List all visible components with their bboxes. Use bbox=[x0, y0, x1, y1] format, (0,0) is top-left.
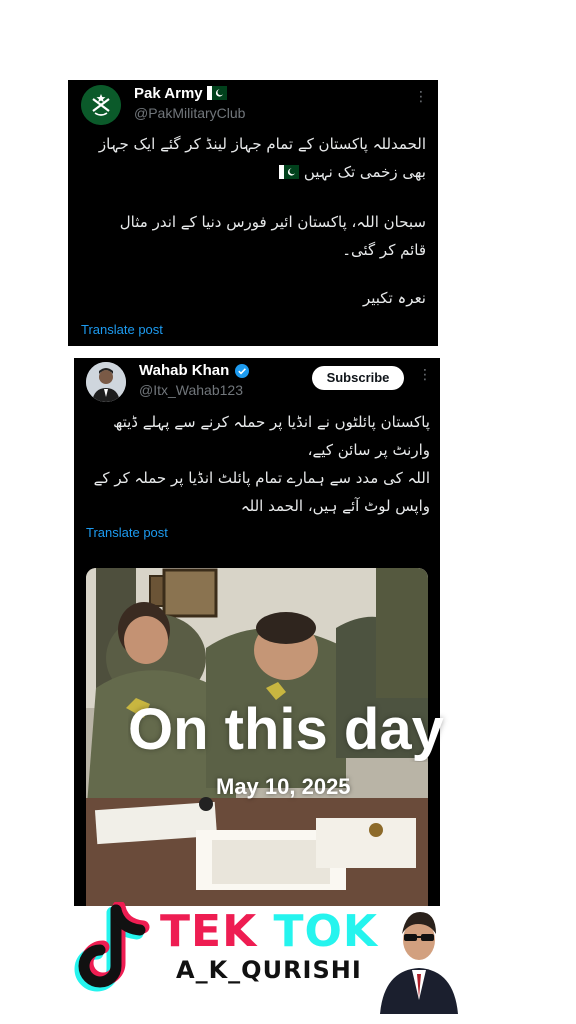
avatar[interactable] bbox=[86, 362, 126, 402]
tweet-text-line: سبحان اللہ، پاکستان ائیر فورس دنیا کے ان… bbox=[119, 213, 426, 231]
more-options-icon[interactable]: ⋮ bbox=[414, 90, 428, 104]
tweet-card-pak-army[interactable]: Pak Army @PakMilitaryClub ⋮ الحمدللہ پاک… bbox=[68, 80, 438, 346]
user-handle[interactable]: @PakMilitaryClub bbox=[134, 105, 245, 121]
more-options-icon[interactable]: ⋮ bbox=[418, 368, 432, 382]
tweet-text-line: وارنٹ پر سائن کیے، bbox=[307, 441, 430, 459]
creator-photo-icon bbox=[380, 912, 458, 1014]
avatar[interactable] bbox=[81, 85, 121, 125]
pakistan-flag-icon bbox=[279, 165, 300, 179]
translate-post-link[interactable]: Translate post bbox=[81, 322, 163, 337]
watermark-brand: TEK TOK bbox=[160, 906, 378, 957]
tweet-card-wahab-khan[interactable]: Wahab Khan @Itx_Wahab123 Subscribe ⋮ پاک… bbox=[74, 358, 440, 906]
watermark-brand-part1: TEK bbox=[160, 906, 258, 957]
pakistan-flag-icon bbox=[206, 86, 227, 100]
tweet-text-line: پاکستان پائلٹوں نے انڈیا پر حملہ کرنے سے… bbox=[113, 413, 430, 431]
memory-date: May 10, 2025 bbox=[216, 774, 351, 799]
tweet-text-line: اللہ کی مدد سے ہمارے تمام پائلٹ انڈیا پر… bbox=[93, 469, 430, 487]
tweet-text-line: بھی زخمی تک نہیں bbox=[76, 158, 426, 187]
tweet-text-line: الحمدللہ پاکستان کے تمام جہاز لینڈ کر گئ… bbox=[98, 135, 426, 153]
verified-badge-icon bbox=[235, 364, 249, 378]
army-emblem-icon bbox=[81, 85, 121, 125]
tiktok-logo-icon bbox=[74, 902, 150, 992]
display-name[interactable]: Wahab Khan bbox=[139, 362, 229, 379]
display-name[interactable]: Pak Army bbox=[134, 85, 227, 102]
on-this-day-title: On this day bbox=[128, 698, 444, 762]
translate-post-link[interactable]: Translate post bbox=[86, 525, 168, 540]
tweet-text-line: قائم کر گئی۔ bbox=[342, 241, 426, 259]
tweet-text-line: واپس لوٹ آئے ہیں، الحمد اللہ bbox=[240, 497, 430, 515]
watermark-username: A_K_QURISHI bbox=[176, 956, 362, 984]
watermark-brand-part2: TOK bbox=[273, 906, 379, 957]
tweet-text-line: نعرہ تکبیر bbox=[362, 289, 426, 307]
profile-photo-icon bbox=[86, 362, 126, 402]
subscribe-button[interactable]: Subscribe bbox=[312, 366, 404, 390]
user-handle[interactable]: @Itx_Wahab123 bbox=[139, 382, 243, 398]
